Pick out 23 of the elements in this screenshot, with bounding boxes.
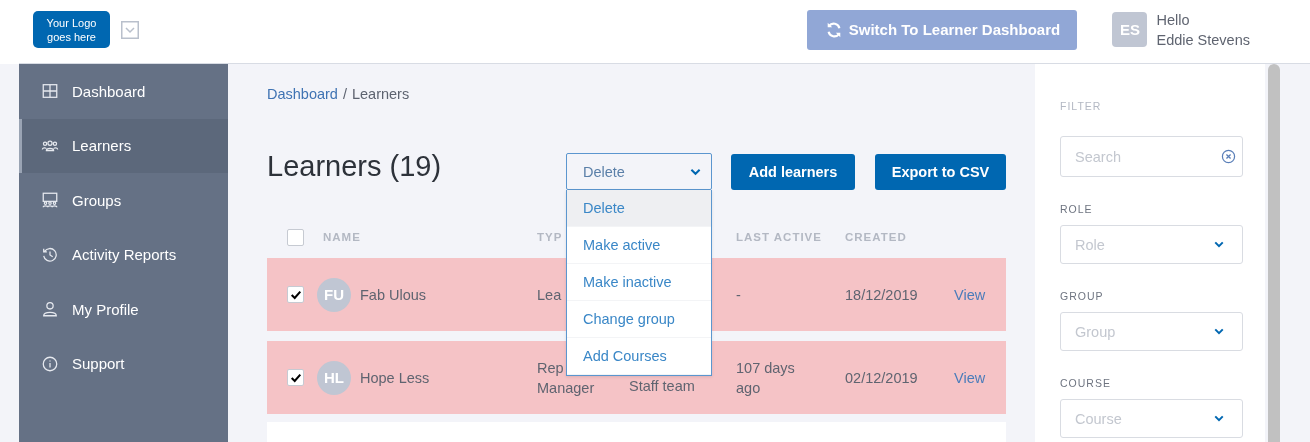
column-header: TYP	[537, 231, 564, 243]
table-cell: 02/12/2019	[845, 369, 918, 386]
table-cell: Staff team	[629, 377, 695, 394]
breadcrumb-current: Learners	[351, 86, 410, 102]
table-cell-text: 107 days ago	[736, 358, 796, 398]
learner-name: Hope Less	[360, 369, 430, 386]
filter-label: COURSE	[1060, 377, 1112, 389]
filter-label: GROUP	[1060, 290, 1105, 302]
table-cell: Lea	[537, 286, 562, 303]
column-header: LAST ACTIVE	[736, 231, 823, 243]
learner-name: Fab Ulous	[360, 286, 427, 303]
column-header: CREATED	[845, 231, 908, 243]
page-title: Learners (19)	[267, 150, 442, 183]
avatar: HL	[317, 360, 351, 395]
greeting: Hello	[1156, 10, 1191, 30]
table-cell-text: -	[736, 285, 742, 305]
table-cell: 18/12/2019	[845, 286, 918, 303]
user-name: Eddie Stevens	[1156, 30, 1250, 50]
avatar: FU	[317, 277, 351, 312]
filter-label: ROLE	[1060, 203, 1094, 215]
column-header: NAME	[323, 231, 362, 243]
filter-title: FILTER	[1060, 100, 1103, 112]
breadcrumb-separator: /	[342, 86, 347, 102]
